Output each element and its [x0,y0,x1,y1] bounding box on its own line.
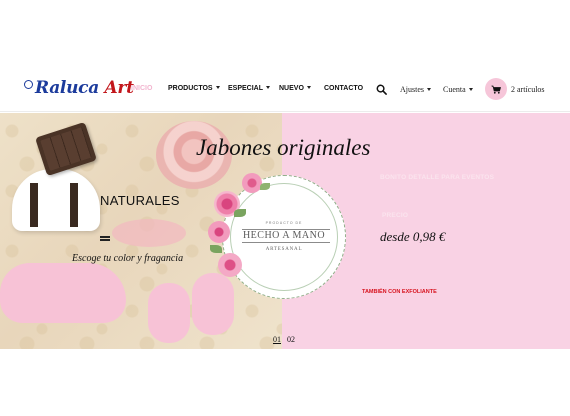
soap-pink-image [112,219,186,247]
chevron-down-icon [468,88,473,91]
badge-sub-text: ARTESANAL [265,247,303,252]
badge-main-text: HECHO A MANO [242,230,326,241]
logo-registered-mark [24,79,33,89]
settings-dropdown[interactable]: Ajustes [400,85,431,94]
flower-decoration [208,221,230,243]
handmade-badge: PRODUCTO DE HECHO A MANO ARTESANAL [208,173,346,299]
badge-top-text: PRODUCTO DE [265,221,303,225]
slide-indicator-1[interactable]: 01 [273,335,281,344]
logo-text-accent: Art [104,78,134,98]
left-caption: Escoge tu color y fragancia [72,253,184,264]
hero-slider: NATURALES Escoge tu color y fragancia BO… [0,113,570,349]
nav-item-nuevo[interactable]: NUEVO [279,85,311,92]
nav-item-productos-label: PRODUCTOS [168,85,213,92]
left-heading: NATURALES [100,193,180,208]
leaf-decoration [234,209,246,217]
nav-item-contacto[interactable]: CONTACTO [324,85,363,92]
price-value: desde 0,98 € [380,229,446,244]
logo-text-main: Raluca [35,78,99,98]
hero-title: Jabones originales [196,135,371,160]
leaf-decoration [260,183,270,190]
exfoliant-note: TAMBIÉN CON EXFOLIANTE [362,289,437,295]
nav-item-especial[interactable]: ESPECIAL [228,85,271,92]
account-label: Cuenta [443,85,466,94]
logo-text: Raluca Art [35,78,134,98]
nav-item-especial-label: ESPECIAL [228,85,264,92]
leaf-decoration [210,245,222,253]
cart-icon [491,85,501,94]
flower-decoration [242,173,262,193]
nav-item-inicio[interactable]: INICIO [131,85,152,92]
account-dropdown[interactable]: Cuenta [443,85,473,94]
settings-label: Ajustes [400,85,424,94]
search-icon[interactable] [376,84,387,95]
logo[interactable]: Raluca Art [24,77,134,99]
menu-lines-icon [100,236,110,238]
cart-button[interactable] [485,78,507,100]
price-label: PRECIO [382,212,409,219]
chevron-down-icon [427,88,431,91]
soap-baby-image [0,263,126,323]
flower-decoration [218,253,242,277]
event-tagline: BONITO DETALLE PARA EVENTOS [380,174,495,181]
cart-count-label[interactable]: 2 artículos [511,85,545,94]
chevron-down-icon [215,86,220,89]
nav-item-nuevo-label: NUEVO [279,85,304,92]
slide-indicator-2[interactable]: 02 [287,335,295,344]
nav-item-productos[interactable]: PRODUCTOS [168,85,220,92]
chevron-down-icon [306,86,311,89]
soap-foot-left-image [148,283,190,343]
chevron-down-icon [266,86,271,89]
